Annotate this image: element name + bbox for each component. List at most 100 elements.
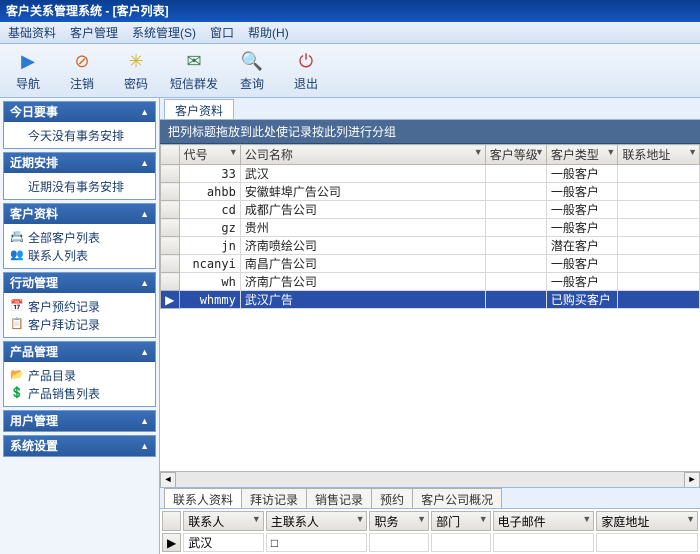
dropdown-icon[interactable]: ▼: [417, 514, 426, 524]
cell[interactable]: [618, 183, 700, 201]
contact-subgrid[interactable]: 联系人▼主联系人▼职务▼部门▼电子邮件▼家庭地址▼ ▶武汉□: [160, 509, 700, 554]
cell[interactable]: 武汉: [240, 165, 485, 183]
toolbar-button[interactable]: ⏻退出: [286, 49, 326, 92]
table-row[interactable]: ▶武汉□: [162, 533, 698, 552]
cell[interactable]: [493, 533, 595, 552]
cell[interactable]: [485, 183, 546, 201]
horizontal-scrollbar[interactable]: ◄ ►: [160, 471, 700, 487]
cell[interactable]: [485, 237, 546, 255]
cell[interactable]: whmmy: [179, 291, 240, 309]
dropdown-icon[interactable]: ▼: [479, 514, 488, 524]
column-header[interactable]: 家庭地址▼: [596, 511, 698, 531]
customer-grid[interactable]: 代号▼公司名称▼客户等级▼客户类型▼联系地址▼ 33武汉一般客户ahbb安徽蚌埠…: [160, 144, 700, 309]
table-row[interactable]: ahbb安徽蚌埠广告公司 一般客户: [161, 183, 700, 201]
cell[interactable]: 南昌广告公司: [240, 255, 485, 273]
bottom-tab[interactable]: 客户公司概况: [412, 488, 502, 508]
panel-header[interactable]: 行动管理▲: [4, 273, 155, 293]
cell[interactable]: ncanyi: [179, 255, 240, 273]
dropdown-icon[interactable]: ▼: [606, 147, 615, 157]
cell[interactable]: [485, 165, 546, 183]
dropdown-icon[interactable]: ▼: [474, 147, 483, 157]
menu-item[interactable]: 窗口: [210, 24, 234, 41]
menu-item[interactable]: 帮助(H): [248, 24, 289, 41]
column-header[interactable]: 主联系人▼: [266, 511, 368, 531]
cell[interactable]: [618, 291, 700, 309]
toolbar-button[interactable]: 🔍查询: [232, 49, 272, 92]
panel-header[interactable]: 用户管理▲: [4, 411, 155, 431]
sidebar-item[interactable]: 今天没有事务安排: [10, 126, 149, 144]
sidebar-item[interactable]: 👥联系人列表: [10, 246, 149, 264]
cell[interactable]: 一般客户: [546, 273, 617, 291]
dropdown-icon[interactable]: ▼: [252, 514, 261, 524]
cell[interactable]: [596, 533, 698, 552]
column-header[interactable]: 联系地址▼: [618, 145, 700, 165]
bottom-tab[interactable]: 预约: [371, 488, 413, 508]
toolbar-button[interactable]: ✉短信群发: [170, 49, 218, 92]
cell[interactable]: [485, 273, 546, 291]
toolbar-button[interactable]: ✳密码: [116, 49, 156, 92]
cell[interactable]: [618, 273, 700, 291]
menu-item[interactable]: 基础资料: [8, 24, 56, 41]
column-header[interactable]: 代号▼: [179, 145, 240, 165]
cell[interactable]: [618, 255, 700, 273]
menu-item[interactable]: 系统管理(S): [132, 24, 196, 41]
scroll-left-arrow[interactable]: ◄: [160, 472, 176, 488]
bottom-tab[interactable]: 拜访记录: [241, 488, 307, 508]
toolbar-button[interactable]: ▶导航: [8, 49, 48, 92]
cell[interactable]: gz: [179, 219, 240, 237]
cell[interactable]: [618, 165, 700, 183]
table-row[interactable]: ncanyi南昌广告公司 一般客户: [161, 255, 700, 273]
sidebar-item[interactable]: 近期没有事务安排: [10, 177, 149, 195]
table-row[interactable]: jn济南喷绘公司潜在客户: [161, 237, 700, 255]
table-row[interactable]: gz贵州 一般客户: [161, 219, 700, 237]
panel-header[interactable]: 产品管理▲: [4, 342, 155, 362]
cell[interactable]: [485, 255, 546, 273]
cell[interactable]: 一般客户: [546, 165, 617, 183]
dropdown-icon[interactable]: ▼: [535, 147, 544, 157]
dropdown-icon[interactable]: ▼: [686, 514, 695, 524]
cell[interactable]: 一般客户: [546, 183, 617, 201]
cell[interactable]: 贵州: [240, 219, 485, 237]
cell[interactable]: [485, 219, 546, 237]
sidebar-item[interactable]: 📇全部客户列表: [10, 228, 149, 246]
column-header[interactable]: 职务▼: [369, 511, 429, 531]
cell[interactable]: 一般客户: [546, 255, 617, 273]
dropdown-icon[interactable]: ▼: [688, 147, 697, 157]
menu-item[interactable]: 客户管理: [70, 24, 118, 41]
scroll-right-arrow[interactable]: ►: [684, 472, 700, 488]
bottom-tab[interactable]: 销售记录: [306, 488, 372, 508]
table-row[interactable]: cd成都广告公司一般客户: [161, 201, 700, 219]
grid-wrapper[interactable]: 代号▼公司名称▼客户等级▼客户类型▼联系地址▼ 33武汉一般客户ahbb安徽蚌埠…: [160, 144, 700, 471]
column-header[interactable]: 客户等级▼: [485, 145, 546, 165]
cell[interactable]: ahbb: [179, 183, 240, 201]
cell[interactable]: 武汉: [183, 533, 264, 552]
cell[interactable]: 一般客户: [546, 201, 617, 219]
cell[interactable]: 成都广告公司: [240, 201, 485, 219]
cell[interactable]: 一般客户: [546, 219, 617, 237]
cell[interactable]: [485, 201, 546, 219]
sidebar-item[interactable]: 📂产品目录: [10, 366, 149, 384]
table-row[interactable]: wh济南广告公司 一般客户: [161, 273, 700, 291]
cell[interactable]: 济南广告公司: [240, 273, 485, 291]
bottom-tab[interactable]: 联系人资料: [164, 488, 242, 508]
cell[interactable]: 潜在客户: [546, 237, 617, 255]
column-header[interactable]: 公司名称▼: [240, 145, 485, 165]
dropdown-icon[interactable]: ▼: [229, 147, 238, 157]
sidebar-item[interactable]: 💲产品销售列表: [10, 384, 149, 402]
cell[interactable]: 武汉广告: [240, 291, 485, 309]
sidebar-item[interactable]: 📅客户预约记录: [10, 297, 149, 315]
panel-header[interactable]: 近期安排▲: [4, 153, 155, 173]
cell[interactable]: 已购买客户: [546, 291, 617, 309]
cell[interactable]: 济南喷绘公司: [240, 237, 485, 255]
panel-header[interactable]: 客户资料▲: [4, 204, 155, 224]
cell[interactable]: [431, 533, 491, 552]
column-header[interactable]: 联系人▼: [183, 511, 264, 531]
cell[interactable]: [369, 533, 429, 552]
cell[interactable]: 安徽蚌埠广告公司: [240, 183, 485, 201]
sidebar-item[interactable]: 📋客户拜访记录: [10, 315, 149, 333]
column-header[interactable]: 部门▼: [431, 511, 491, 531]
cell[interactable]: wh: [179, 273, 240, 291]
cell[interactable]: 33: [179, 165, 240, 183]
dropdown-icon[interactable]: ▼: [582, 514, 591, 524]
cell[interactable]: □: [266, 533, 368, 552]
